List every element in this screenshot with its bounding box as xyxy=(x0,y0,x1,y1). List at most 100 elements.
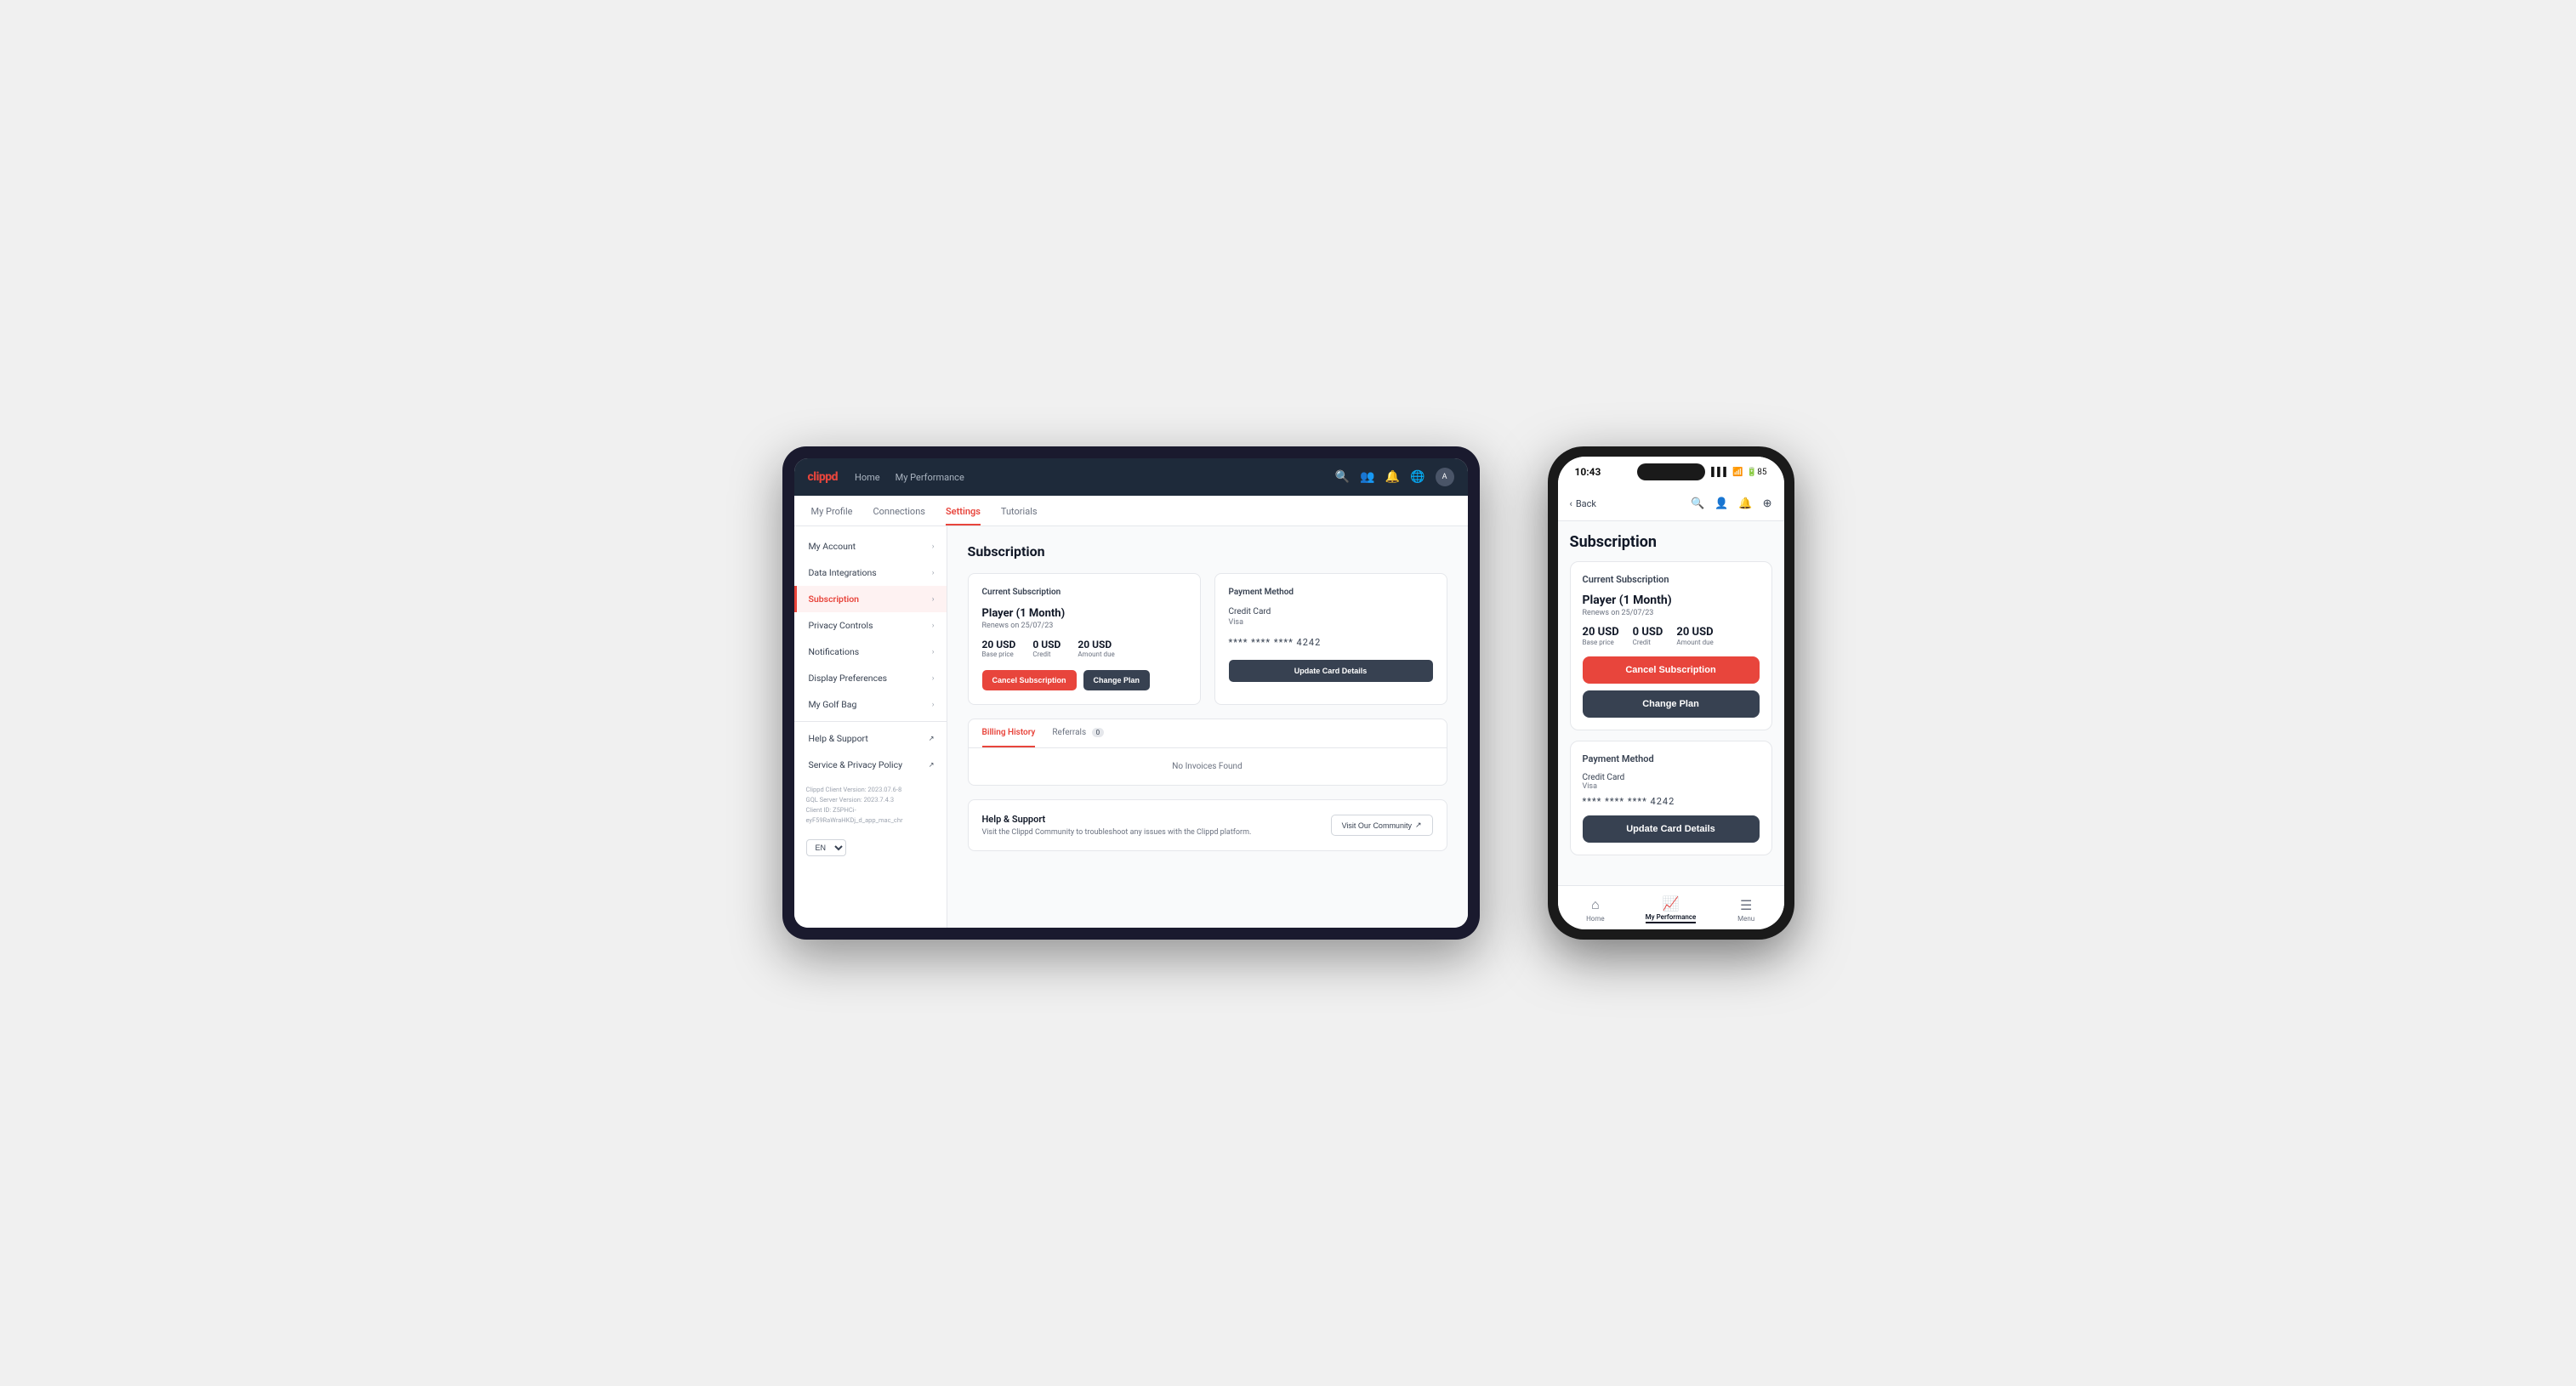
phone-card-type: Visa xyxy=(1583,782,1760,791)
globe-icon[interactable]: 🌐 xyxy=(1410,470,1424,484)
sidebar-item-display[interactable]: Display Preferences › xyxy=(794,665,947,691)
phone-nav-menu[interactable]: ☰ Menu xyxy=(1709,894,1784,923)
tablet-device: clippd Home My Performance 🔍 👥 🔔 🌐 A My … xyxy=(782,446,1480,940)
phone-nav-menu-label: Menu xyxy=(1737,915,1754,923)
sidebar-item-golfbag[interactable]: My Golf Bag › xyxy=(794,691,947,718)
renews-date: Renews on 25/07/23 xyxy=(982,622,1186,630)
phone-amount-due: 20 USD Amount due xyxy=(1676,626,1713,646)
sidebar-item-notifications[interactable]: Notifications › xyxy=(794,639,947,665)
visit-community-button[interactable]: Visit Our Community ↗ xyxy=(1331,815,1433,836)
phone-screen: 10:43 ▌▌▌ 📶 🔋85 ‹ Back 🔍 👤 🔔 ⊕ Subscript… xyxy=(1558,457,1784,929)
external-link-icon: ↗ xyxy=(1415,821,1422,830)
phone-device: 10:43 ▌▌▌ 📶 🔋85 ‹ Back 🔍 👤 🔔 ⊕ Subscript… xyxy=(1548,446,1794,940)
subnav-tutorials[interactable]: Tutorials xyxy=(1001,506,1038,525)
signal-icon: ▌▌▌ xyxy=(1711,468,1729,477)
logo: clippd xyxy=(808,470,839,484)
change-plan-button[interactable]: Change Plan xyxy=(1083,670,1151,690)
back-button[interactable]: ‹ Back xyxy=(1570,498,1596,509)
phone-nav-performance-label: My Performance xyxy=(1646,913,1697,923)
amounts-row: 20 USD Base price 0 USD Credit 20 USD Am… xyxy=(982,639,1186,658)
sidebar-item-help[interactable]: Help & Support ↗ xyxy=(794,725,947,752)
search-icon[interactable]: 🔍 xyxy=(1691,497,1704,510)
subnav-myprofile[interactable]: My Profile xyxy=(811,506,853,525)
bell-icon[interactable]: 🔔 xyxy=(1738,497,1752,510)
phone-nav-home[interactable]: ⌂ Home xyxy=(1558,893,1634,923)
sidebar-item-privacy-policy[interactable]: Service & Privacy Policy ↗ xyxy=(794,752,947,778)
users-icon[interactable]: 👥 xyxy=(1360,470,1374,484)
tab-billing-history[interactable]: Billing History xyxy=(982,719,1036,747)
sidebar-item-account[interactable]: My Account › xyxy=(794,533,947,560)
billing-section: Billing History Referrals 0 No Invoices … xyxy=(968,719,1447,786)
phone-card-number: **** **** **** 4242 xyxy=(1583,796,1760,807)
phone-payment-title: Payment Method xyxy=(1583,753,1760,764)
base-price-label: Base price xyxy=(982,650,1016,658)
chevron-icon: › xyxy=(932,701,935,709)
sidebar-item-subscription[interactable]: Subscription › xyxy=(794,586,947,612)
billing-empty-message: No Invoices Found xyxy=(969,748,1447,785)
sidebar-item-data-integrations[interactable]: Data Integrations › xyxy=(794,560,947,586)
card-number: **** **** **** 4242 xyxy=(1229,637,1433,648)
phone-renews: Renews on 25/07/23 xyxy=(1583,609,1760,617)
billing-tabs: Billing History Referrals 0 xyxy=(969,719,1447,748)
phone-time: 10:43 xyxy=(1575,466,1601,478)
battery-icon: 🔋85 xyxy=(1747,468,1767,477)
phone-navbar: ‹ Back 🔍 👤 🔔 ⊕ xyxy=(1558,487,1784,521)
credit-col: 0 USD Credit xyxy=(1032,639,1061,658)
bell-icon[interactable]: 🔔 xyxy=(1385,470,1400,484)
chevron-icon: › xyxy=(932,569,935,577)
chevron-icon: › xyxy=(932,674,935,683)
sidebar-item-privacy[interactable]: Privacy Controls › xyxy=(794,612,947,639)
phone-nav-icons: 🔍 👤 🔔 ⊕ xyxy=(1691,497,1771,510)
phone-credit-label: Credit xyxy=(1633,639,1663,646)
subnav-connections[interactable]: Connections xyxy=(873,506,924,525)
nav-link-home[interactable]: Home xyxy=(855,472,880,483)
phone-base-price: 20 USD Base price xyxy=(1583,626,1619,646)
phone-amount-due-value: 20 USD xyxy=(1676,626,1713,639)
phone-card-label: Credit Card xyxy=(1583,773,1760,782)
dynamic-island xyxy=(1637,463,1705,480)
page-title: Subscription xyxy=(968,543,1447,560)
phone-content: Subscription Current Subscription Player… xyxy=(1558,521,1784,885)
phone-cancel-button[interactable]: Cancel Subscription xyxy=(1583,656,1760,684)
person-icon[interactable]: 👤 xyxy=(1714,497,1728,510)
amount-due-col: 20 USD Amount due xyxy=(1078,639,1114,658)
tablet-body: My Account › Data Integrations › Subscri… xyxy=(794,526,1468,928)
card-section-title: Current Subscription xyxy=(982,588,1186,597)
main-content: Subscription Current Subscription Player… xyxy=(947,526,1468,928)
language-dropdown[interactable]: EN xyxy=(806,839,846,856)
chevron-icon: › xyxy=(932,595,935,604)
plus-icon[interactable]: ⊕ xyxy=(1763,497,1772,510)
phone-change-plan-button[interactable]: Change Plan xyxy=(1583,690,1760,718)
language-selector[interactable]: EN xyxy=(806,838,935,856)
amount-due-value: 20 USD xyxy=(1078,639,1114,650)
plan-name: Player (1 Month) xyxy=(982,607,1186,620)
card-actions: Cancel Subscription Change Plan xyxy=(982,670,1186,690)
sidebar-divider xyxy=(794,721,947,722)
card-label: Credit Card xyxy=(1229,607,1433,616)
search-icon[interactable]: 🔍 xyxy=(1335,470,1350,484)
subnav-settings[interactable]: Settings xyxy=(946,506,981,525)
back-chevron-icon: ‹ xyxy=(1570,498,1572,509)
phone-update-card-button[interactable]: Update Card Details xyxy=(1583,815,1760,843)
phone-nav-performance[interactable]: 📈 My Performance xyxy=(1633,892,1709,923)
cancel-subscription-button[interactable]: Cancel Subscription xyxy=(982,670,1077,690)
phone-status-icons: ▌▌▌ 📶 🔋85 xyxy=(1711,468,1766,477)
chevron-icon: › xyxy=(932,542,935,551)
performance-icon: 📈 xyxy=(1663,895,1680,912)
nav-icons: 🔍 👥 🔔 🌐 A xyxy=(1335,468,1454,486)
nav-link-performance[interactable]: My Performance xyxy=(896,472,964,483)
tab-referrals[interactable]: Referrals 0 xyxy=(1052,719,1104,747)
base-price-col: 20 USD Base price xyxy=(982,639,1016,658)
current-subscription-card: Current Subscription Player (1 Month) Re… xyxy=(968,573,1201,705)
phone-amounts: 20 USD Base price 0 USD Credit 20 USD Am… xyxy=(1583,626,1760,646)
credit-label: Credit xyxy=(1032,650,1061,658)
sidebar-footer-text: Clippd Client Version: 2023.07.6-8 GQL S… xyxy=(794,778,947,832)
help-description: Visit the Clippd Community to troublesho… xyxy=(982,828,1252,837)
credit-value: 0 USD xyxy=(1032,639,1061,650)
phone-nav-home-label: Home xyxy=(1586,915,1605,923)
tablet-screen: clippd Home My Performance 🔍 👥 🔔 🌐 A My … xyxy=(794,458,1468,928)
update-card-button[interactable]: Update Card Details xyxy=(1229,660,1433,682)
avatar[interactable]: A xyxy=(1436,468,1454,486)
referrals-badge: 0 xyxy=(1092,728,1105,737)
external-link-icon: ↗ xyxy=(929,735,935,742)
